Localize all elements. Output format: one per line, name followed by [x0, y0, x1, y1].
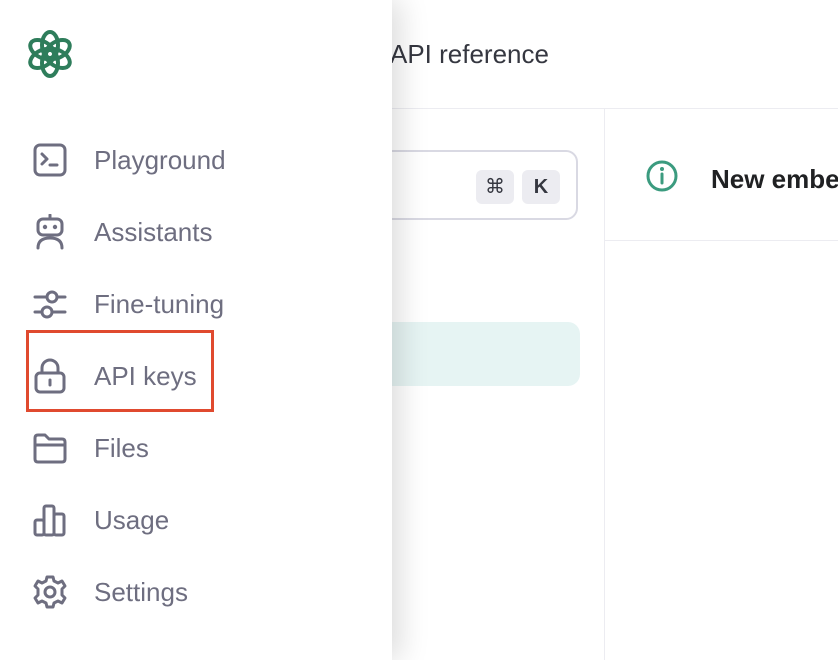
sidebar-item-playground[interactable]: Playground — [30, 136, 360, 184]
navigation-drawer: Playground Assistants Fine-tuning API ke… — [0, 0, 392, 660]
sidebar-item-label: Settings — [94, 577, 188, 607]
sidebar-item-assistants[interactable]: Assistants — [30, 208, 360, 256]
robot-icon — [30, 214, 70, 250]
sidebar-item-usage[interactable]: Usage — [30, 496, 360, 544]
info-icon — [645, 159, 679, 193]
page: API reference ⌘ K New embe Playground As… — [0, 0, 838, 660]
sidebar-item-label: Playground — [94, 145, 226, 175]
gear-icon — [30, 574, 70, 610]
lock-icon — [30, 358, 70, 394]
shortcut-k-key: K — [522, 170, 560, 204]
sidebar-item-settings[interactable]: Settings — [30, 568, 360, 616]
bar-chart-icon — [30, 502, 70, 538]
shortcut-command-key: ⌘ — [476, 170, 514, 204]
terminal-icon — [30, 142, 70, 178]
sidebar-item-label: Usage — [94, 505, 170, 535]
sliders-icon — [30, 286, 70, 322]
sidebar-item-label: Assistants — [94, 217, 213, 247]
openai-logo-icon[interactable] — [24, 28, 76, 80]
sidebar-item-fine-tuning[interactable]: Fine-tuning — [30, 280, 360, 328]
api-reference-link[interactable]: API reference — [390, 38, 549, 70]
sidebar-item-label: Files — [94, 433, 149, 463]
sidebar-item-label: Fine-tuning — [94, 289, 225, 319]
sidebar-item-api-keys[interactable]: API keys — [30, 352, 360, 400]
sidebar-item-files[interactable]: Files — [30, 424, 360, 472]
sidebar-item-label: API keys — [94, 361, 197, 391]
folder-icon — [30, 430, 70, 466]
announcement-banner: New embe — [605, 109, 838, 241]
banner-title: New embe — [711, 164, 838, 194]
